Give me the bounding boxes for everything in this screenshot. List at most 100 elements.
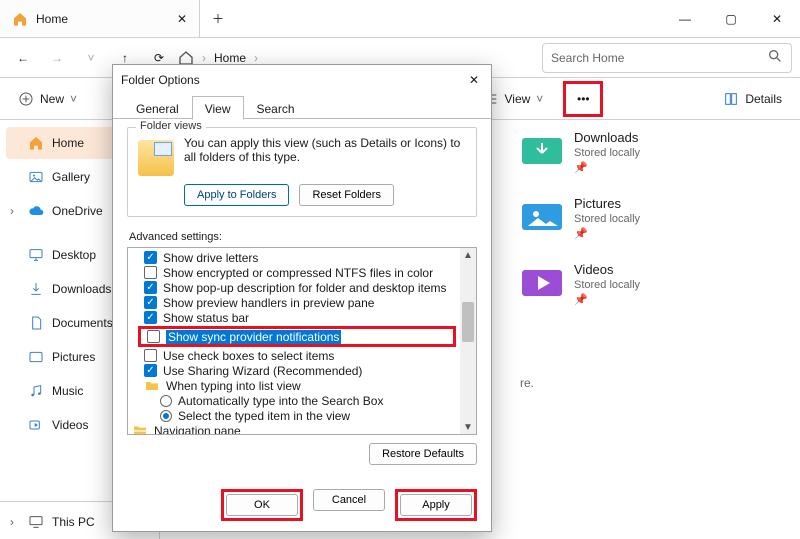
up-button[interactable]: ˅ <box>76 43 106 73</box>
sidebar-item-label: Videos <box>52 418 88 432</box>
folder-options-dialog: Folder Options ✕ General View Search Fol… <box>112 64 492 532</box>
folder-views-group: Folder views You can apply this view (su… <box>127 127 477 217</box>
sidebar-item-label: OneDrive <box>52 204 103 218</box>
search-icon <box>767 48 783 67</box>
cancel-button[interactable]: Cancel <box>313 489 385 511</box>
sidebar-item-label: This PC <box>52 515 95 529</box>
picture-icon <box>28 349 44 365</box>
back-button[interactable]: ← <box>8 43 38 73</box>
checkbox-icon: ✓ <box>144 296 157 309</box>
new-label: New <box>40 92 64 106</box>
checkbox-icon <box>147 330 160 343</box>
tab-home[interactable]: Home ✕ <box>0 0 200 37</box>
sidebar-item-label: Home <box>52 136 84 150</box>
search-placeholder: Search Home <box>551 51 624 65</box>
folder-name: Pictures <box>574 196 640 211</box>
home-icon <box>28 135 44 151</box>
pin-icon: 📌 <box>574 227 640 240</box>
opt-show-sync-provider[interactable]: Show sync provider notifications <box>141 329 453 344</box>
when-typing-group: When typing into list view <box>128 378 460 393</box>
dialog-title: Folder Options <box>121 73 200 87</box>
folder-desc: Stored locally <box>574 213 640 225</box>
opt-show-drive-letters[interactable]: ✓Show drive letters <box>128 250 460 265</box>
reset-folders-button[interactable]: Reset Folders <box>299 184 393 206</box>
tab-label: Home <box>36 12 68 26</box>
scroll-thumb[interactable] <box>462 302 474 342</box>
chevron-right-icon: › <box>200 51 208 65</box>
tab-view[interactable]: View <box>192 96 244 120</box>
plus-circle-icon <box>18 91 34 107</box>
breadcrumb-segment[interactable]: Home <box>214 51 246 65</box>
dialog-close-button[interactable]: ✕ <box>465 69 483 91</box>
desktop-icon <box>28 247 44 263</box>
home-icon <box>12 11 28 27</box>
download-icon <box>28 281 44 297</box>
forward-button[interactable]: → <box>42 43 72 73</box>
checkbox-icon: ✓ <box>144 251 157 264</box>
dialog-tabs: General View Search <box>113 95 491 119</box>
checkbox-icon: ✓ <box>144 364 157 377</box>
folder-desc: Stored locally <box>574 147 640 159</box>
opt-auto-type-search[interactable]: Automatically type into the Search Box <box>128 393 460 408</box>
more-button-highlight: ••• <box>563 81 603 117</box>
title-bar: Home ✕ ＋ — ▢ ✕ <box>0 0 800 38</box>
apply-to-folders-button[interactable]: Apply to Folders <box>184 184 289 206</box>
advanced-settings-list: ✓Show drive letters Show encrypted or co… <box>127 247 477 435</box>
radio-icon <box>160 395 172 407</box>
close-tab-icon[interactable]: ✕ <box>177 12 187 26</box>
sidebar-item-label: Music <box>52 384 83 398</box>
opt-select-typed-item[interactable]: Select the typed item in the view <box>128 408 460 423</box>
new-button[interactable]: New ˅ <box>8 84 87 114</box>
truncated-text: re. <box>520 376 640 390</box>
folder-view-icon <box>138 140 174 176</box>
sidebar-item-label: Desktop <box>52 248 96 262</box>
new-tab-button[interactable]: ＋ <box>200 0 236 37</box>
chevron-right-icon[interactable]: › <box>10 515 14 529</box>
details-icon <box>723 91 739 107</box>
highlight-sync-provider: Show sync provider notifications <box>138 326 456 347</box>
tab-general[interactable]: General <box>123 96 192 120</box>
navigation-pane-group: Navigation pane <box>128 423 460 434</box>
search-input[interactable]: Search Home <box>542 43 792 73</box>
advanced-settings-label: Advanced settings: <box>129 231 477 243</box>
restore-defaults-button[interactable]: Restore Defaults <box>369 443 477 465</box>
view-label: View <box>505 92 531 106</box>
maximize-button[interactable]: ▢ <box>708 0 754 37</box>
details-pane-button[interactable]: Details <box>713 84 792 114</box>
sidebar-item-label: Downloads <box>52 282 111 296</box>
quick-folder-pictures[interactable]: Pictures Stored locally 📌 <box>520 196 640 240</box>
list-scrollbar[interactable]: ▲ ▼ <box>460 248 476 434</box>
music-icon <box>28 383 44 399</box>
pictures-folder-icon <box>520 196 564 232</box>
chevron-down-icon: ˅ <box>70 92 77 106</box>
scroll-up-icon[interactable]: ▲ <box>460 248 476 262</box>
apply-button[interactable]: Apply <box>400 494 472 516</box>
folder-icon <box>144 378 160 394</box>
scroll-down-icon[interactable]: ▼ <box>460 420 476 434</box>
videos-folder-icon <box>520 262 564 298</box>
opt-show-preview-handlers[interactable]: ✓Show preview handlers in preview pane <box>128 295 460 310</box>
opt-show-status-bar[interactable]: ✓Show status bar <box>128 310 460 325</box>
folder-views-text: You can apply this view (such as Details… <box>184 136 466 176</box>
opt-show-popup[interactable]: ✓Show pop-up description for folder and … <box>128 280 460 295</box>
folder-name: Downloads <box>574 130 640 145</box>
tab-search[interactable]: Search <box>244 96 308 120</box>
opt-show-encrypted[interactable]: Show encrypted or compressed NTFS files … <box>128 265 460 280</box>
ok-button[interactable]: OK <box>226 494 298 516</box>
checkbox-icon: ✓ <box>144 281 157 294</box>
details-label: Details <box>745 92 782 106</box>
sidebar-item-label: Documents <box>52 316 113 330</box>
chevron-right-icon: › <box>252 51 260 65</box>
chevron-right-icon[interactable]: › <box>10 204 14 218</box>
quick-folder-downloads[interactable]: Downloads Stored locally 📌 <box>520 130 640 174</box>
gallery-icon <box>28 169 44 185</box>
sidebar-item-label: Pictures <box>52 350 95 364</box>
opt-use-sharing-wizard[interactable]: ✓Use Sharing Wizard (Recommended) <box>128 363 460 378</box>
group-legend: Folder views <box>136 120 206 132</box>
close-window-button[interactable]: ✕ <box>754 0 800 37</box>
minimize-button[interactable]: — <box>662 0 708 37</box>
more-button[interactable]: ••• <box>568 86 598 112</box>
opt-use-check-boxes[interactable]: Use check boxes to select items <box>128 348 460 363</box>
quick-folder-videos[interactable]: Videos Stored locally 📌 <box>520 262 640 306</box>
pin-icon: 📌 <box>574 293 640 306</box>
